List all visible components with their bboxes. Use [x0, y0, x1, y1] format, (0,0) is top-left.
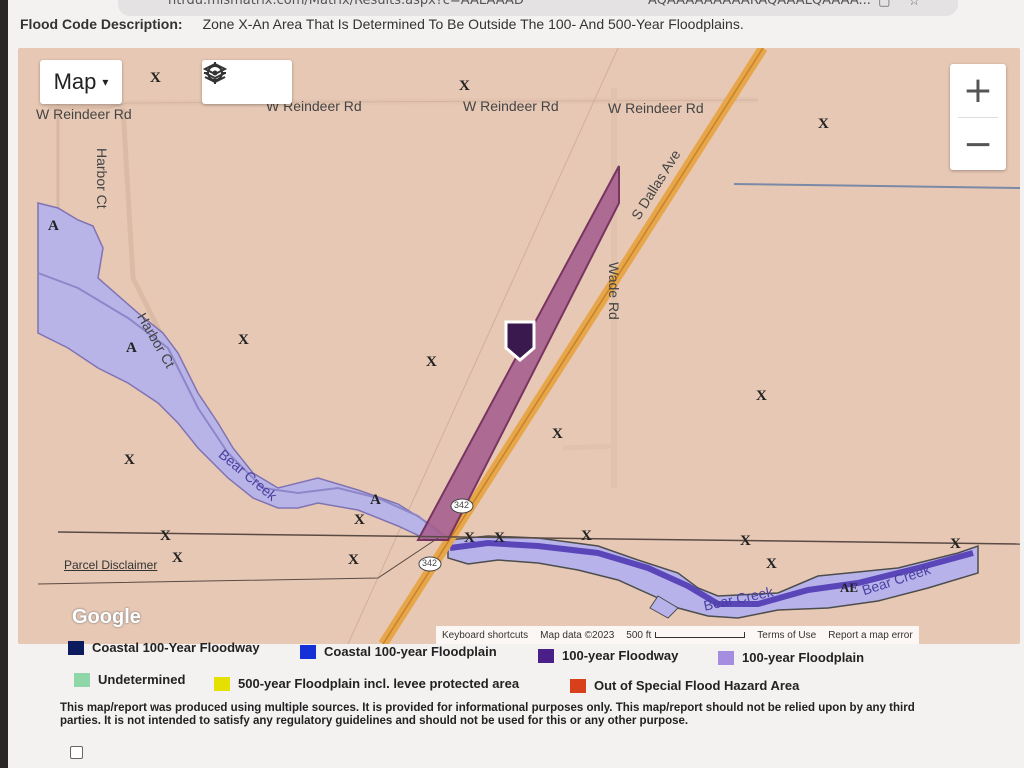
legend-swatch	[214, 676, 230, 691]
zoom-in-button[interactable]: +	[950, 64, 1006, 117]
google-logo: Google	[72, 606, 141, 628]
zone-x-label: X	[818, 116, 829, 132]
legend-item: Coastal 100-Year Floodway	[68, 640, 260, 655]
flood-map[interactable]: W Reindeer Rd W Reindeer Rd W Reindeer R…	[18, 48, 1020, 644]
legend-label: 100-year Floodplain	[742, 650, 865, 665]
route-342-label: 342	[454, 500, 470, 510]
crosshair-icon	[204, 62, 226, 84]
zone-ae-label: AE	[840, 580, 859, 595]
zone-a-label: A	[48, 218, 59, 234]
flood-code-label: Flood Code Description:	[20, 16, 183, 32]
zone-x-label: X	[740, 533, 751, 549]
map-tools	[202, 60, 292, 104]
zone-x-label: X	[494, 530, 505, 546]
legend-item: Undetermined	[74, 672, 185, 687]
map-data-text: Map data ©2023	[540, 629, 615, 641]
checkbox[interactable]	[70, 746, 83, 759]
parcel-disclaimer-link[interactable]: Parcel Disclaimer	[64, 558, 157, 572]
legend-swatch	[300, 644, 316, 659]
zone-x-label: X	[124, 452, 135, 468]
url-text-right: AQAAAAAAAAARAQAAALQAAAA...	[648, 0, 871, 8]
road-label-reindeer-4: W Reindeer Rd	[608, 100, 704, 116]
legend-swatch	[538, 648, 554, 663]
legend-item: 100-year Floodplain	[718, 650, 864, 665]
scale-indicator[interactable]: 500 ft	[626, 630, 746, 641]
zone-x-label: X	[150, 70, 161, 86]
report-error-link[interactable]: Report a map error	[828, 630, 912, 641]
legend-label: Out of Special Flood Hazard Area	[594, 678, 800, 693]
legend-label: Coastal 100-year Floodplain	[324, 644, 497, 659]
zone-x-label: X	[756, 388, 767, 404]
legend-label: 100-year Floodway	[562, 648, 679, 663]
flood-legend: Coastal 100-Year Floodway Coastal 100-ye…	[68, 640, 968, 700]
zone-x-label: X	[172, 550, 183, 566]
url-text-left: ntrdu.mlsmatrix.com/Matrix/Results.aspx?…	[168, 0, 524, 8]
map-type-label: Map	[53, 69, 97, 94]
stream-line	[733, 183, 1020, 189]
legend-swatch	[68, 640, 84, 655]
chevron-down-icon: ▾	[102, 75, 109, 89]
keyboard-shortcuts-link[interactable]: Keyboard shortcuts	[442, 630, 528, 641]
road-label-reindeer-1: W Reindeer Rd	[36, 106, 132, 122]
floodplain-area-west	[37, 202, 450, 541]
map-type-button[interactable]: Map ▾	[40, 60, 122, 104]
disclaimer-text: This map/report was produced using multi…	[60, 702, 915, 727]
zone-a-label: A	[370, 492, 381, 508]
zone-x-label: X	[160, 528, 171, 544]
road-label-reindeer-3: W Reindeer Rd	[463, 98, 559, 114]
scale-bar	[655, 631, 746, 638]
terms-link[interactable]: Terms of Use	[757, 630, 816, 641]
zone-x-label: X	[552, 426, 563, 442]
legend-swatch	[718, 650, 734, 665]
zone-x-label: X	[238, 332, 249, 348]
zone-x-label: X	[464, 530, 475, 546]
zone-x-label: X	[950, 536, 961, 552]
zone-x-label: X	[426, 354, 437, 370]
zoom-controls: + −	[950, 64, 1006, 170]
zone-a-label: A	[126, 340, 137, 356]
zone-x-label: X	[348, 552, 359, 568]
zoom-out-button[interactable]: −	[950, 118, 1006, 171]
legend-item: Coastal 100-year Floodplain	[300, 644, 497, 659]
zone-x-label: X	[581, 528, 592, 544]
legend-swatch	[74, 672, 90, 687]
legend-swatch	[570, 678, 586, 693]
road-label-wade-rd: Wade Rd	[606, 262, 622, 320]
browser-screen: ntrdu.mlsmatrix.com/Matrix/Results.aspx?…	[8, 0, 1024, 768]
legend-item: 100-year Floodway	[538, 648, 678, 663]
locate-button[interactable]	[204, 60, 292, 104]
legend-label: 500-year Floodplain incl. levee protecte…	[238, 676, 520, 691]
bookmark-star-icon[interactable]: ▢☆	[878, 0, 938, 9]
route-342-label: 342	[422, 558, 438, 568]
road-label-harbor-ct-1: Harbor Ct	[94, 148, 110, 209]
legend-item: Out of Special Flood Hazard Area	[570, 678, 799, 693]
flood-code-description: Flood Code Description: Zone X-An Area Th…	[20, 16, 744, 32]
zone-x-label: X	[459, 78, 470, 94]
address-bar[interactable]: ntrdu.mlsmatrix.com/Matrix/Results.aspx?…	[118, 0, 958, 16]
legend-label: Coastal 100-Year Floodway	[92, 640, 260, 655]
legend-label: Undetermined	[98, 672, 186, 687]
zone-x-label: X	[354, 512, 365, 528]
flood-code-value: Zone X-An Area That Is Determined To Be …	[202, 16, 744, 32]
legend-item: 500-year Floodplain incl. levee protecte…	[214, 676, 519, 691]
zone-x-label: X	[766, 556, 777, 572]
